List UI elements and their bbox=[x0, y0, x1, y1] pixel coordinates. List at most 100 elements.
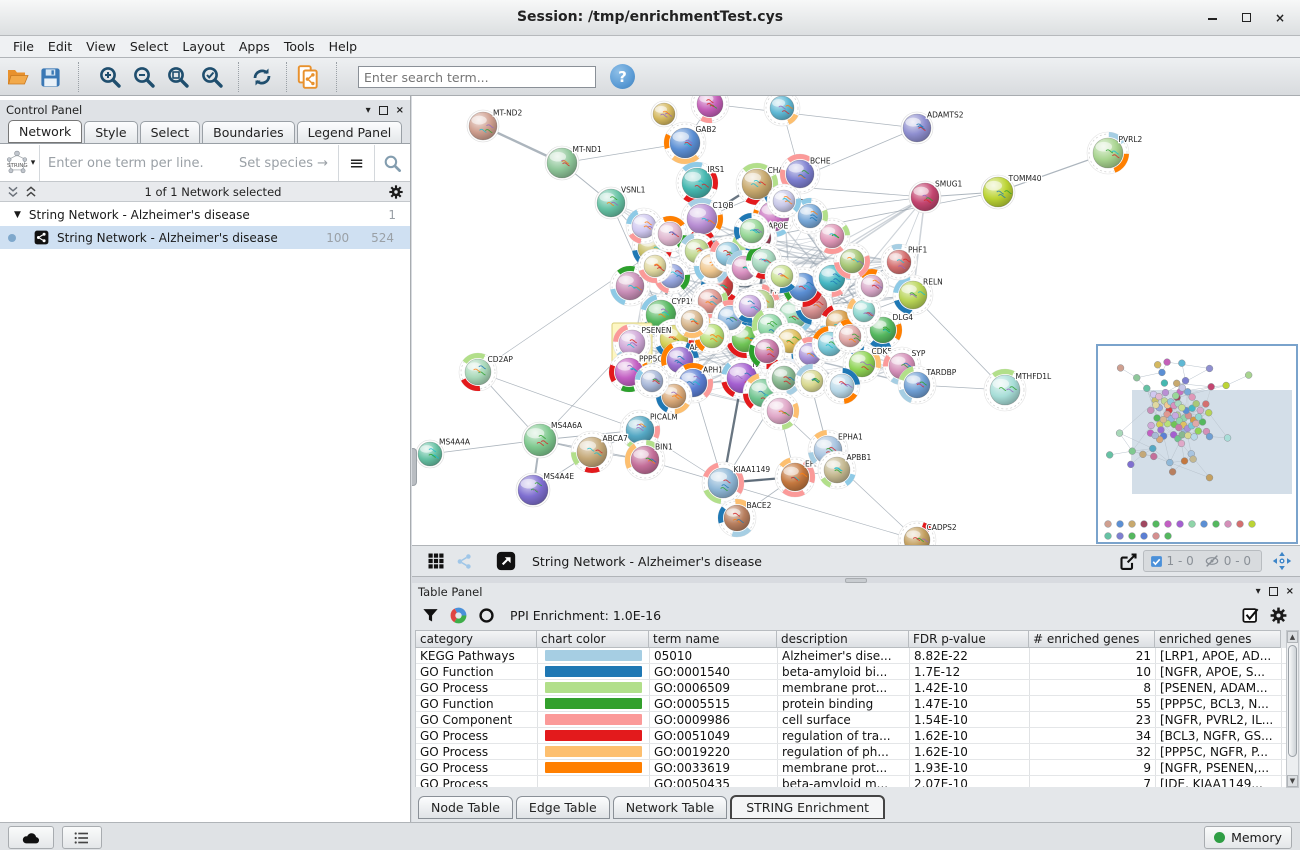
close-panel-icon[interactable]: × bbox=[1286, 586, 1294, 597]
network-node-TARDBP[interactable]: TARDBP bbox=[898, 366, 957, 404]
network-node-MTHFD1L[interactable]: MTHFD1L bbox=[984, 369, 1052, 411]
string-query-input[interactable]: Enter one term per line. bbox=[40, 156, 239, 171]
network-node-unlabeled[interactable] bbox=[651, 101, 677, 127]
column-header[interactable]: description bbox=[777, 630, 909, 648]
menu-view[interactable]: View bbox=[79, 37, 123, 56]
network-node-unlabeled[interactable] bbox=[734, 213, 770, 249]
network-node-unlabeled[interactable] bbox=[767, 184, 801, 218]
table-row[interactable]: GO ProcessGO:0019220regulation of ph...1… bbox=[416, 744, 1286, 760]
scrollbar-handle[interactable] bbox=[412, 448, 417, 486]
menu-layout[interactable]: Layout bbox=[175, 37, 232, 56]
float-panel-icon[interactable] bbox=[1269, 587, 1278, 596]
panel-menu-icon[interactable]: ▾ bbox=[1256, 586, 1261, 597]
zoom-in-button[interactable] bbox=[96, 63, 124, 91]
network-node-GAB2[interactable]: GAB2 bbox=[664, 122, 717, 164]
select-all-checkbox-icon[interactable] bbox=[1236, 601, 1264, 629]
table-row[interactable]: GO FunctionGO:0005515protein binding1.47… bbox=[416, 696, 1286, 712]
zoom-selected-button[interactable] bbox=[198, 63, 226, 91]
task-list-button[interactable] bbox=[62, 826, 102, 849]
tab-network-table[interactable]: Network Table bbox=[613, 796, 728, 819]
table-scrollbar[interactable]: ▲ ▼ bbox=[1286, 630, 1299, 788]
column-header[interactable]: category bbox=[415, 630, 537, 648]
tab-legend-panel[interactable]: Legend Panel bbox=[297, 121, 403, 143]
network-node-SMUG1[interactable]: SMUG1 bbox=[909, 179, 963, 213]
scroll-down-icon[interactable]: ▼ bbox=[1287, 775, 1298, 787]
help-button[interactable]: ? bbox=[610, 64, 635, 89]
zoom-out-button[interactable] bbox=[130, 63, 158, 91]
tab-string-enrichment[interactable]: STRING Enrichment bbox=[730, 795, 885, 819]
table-row[interactable]: GO FunctionGO:0001540beta-amyloid bi...1… bbox=[416, 664, 1286, 680]
table-row[interactable]: GO ComponentGO:0009986cell surface1.54E-… bbox=[416, 712, 1286, 728]
menu-select[interactable]: Select bbox=[123, 37, 176, 56]
tab-node-table[interactable]: Node Table bbox=[418, 796, 513, 819]
menu-apps[interactable]: Apps bbox=[232, 37, 277, 56]
open-in-new-icon[interactable] bbox=[492, 547, 520, 575]
column-header[interactable]: FDR p-value bbox=[909, 630, 1029, 648]
network-node-PVRL2[interactable]: PVRL2 bbox=[1087, 132, 1143, 174]
zoom-fit-button[interactable] bbox=[164, 63, 192, 91]
network-node-MT-ND1[interactable]: MT-ND1 bbox=[545, 145, 602, 180]
set-species-link[interactable]: Set species → bbox=[239, 156, 338, 171]
open-session-button[interactable] bbox=[4, 63, 32, 91]
import-network-button[interactable] bbox=[294, 63, 322, 91]
network-node-BACE2[interactable]: BACE2 bbox=[718, 499, 772, 537]
chart-donut-icon[interactable] bbox=[444, 601, 472, 629]
export-network-icon[interactable] bbox=[1115, 547, 1143, 575]
search-input[interactable] bbox=[358, 66, 596, 88]
tab-network[interactable]: Network bbox=[8, 120, 82, 143]
network-node-BIN1[interactable]: BIN1 bbox=[625, 440, 673, 480]
network-node-IRS1[interactable]: IRS1 bbox=[676, 162, 725, 204]
tab-style[interactable]: Style bbox=[84, 121, 137, 143]
network-node-CD2AP[interactable]: CD2AP bbox=[459, 353, 513, 391]
tab-edge-table[interactable]: Edge Table bbox=[516, 796, 610, 819]
float-panel-icon[interactable] bbox=[379, 106, 388, 115]
menu-edit[interactable]: Edit bbox=[41, 37, 79, 56]
network-node-MS4A4E[interactable]: MS4A4E bbox=[516, 472, 574, 507]
network-node-MT-ND2[interactable]: MT-ND2 bbox=[467, 108, 522, 142]
table-row[interactable]: GO ProcessGO:0006509membrane prot...1.42… bbox=[416, 680, 1286, 696]
column-header[interactable]: term name bbox=[649, 630, 777, 648]
collapse-all-icon[interactable] bbox=[6, 185, 20, 199]
table-row[interactable]: GO ProcessGO:0050435beta-amyloid m...2.0… bbox=[416, 776, 1286, 787]
network-node-TOMM40[interactable]: TOMM40 bbox=[981, 174, 1042, 209]
network-overview-inset[interactable] bbox=[1096, 344, 1298, 544]
string-logo-dropdown[interactable]: STRING ▾ bbox=[0, 145, 40, 181]
string-search-button[interactable] bbox=[374, 145, 410, 181]
refresh-button[interactable] bbox=[248, 63, 276, 91]
cloud-status-button[interactable] bbox=[8, 826, 54, 849]
memory-button[interactable]: Memory bbox=[1204, 826, 1292, 849]
network-node-ABCA7[interactable]: ABCA7 bbox=[571, 431, 628, 473]
network-node-KIAA1149[interactable]: KIAA1149 bbox=[702, 462, 770, 504]
network-node-CADPS2[interactable]: CADPS2 bbox=[898, 521, 957, 545]
network-node-PHF1[interactable]: PHF1 bbox=[881, 244, 927, 280]
close-panel-icon[interactable]: × bbox=[396, 105, 404, 116]
network-node-unlabeled[interactable] bbox=[824, 368, 860, 404]
network-node-unlabeled[interactable] bbox=[635, 364, 669, 398]
table-row[interactable]: GO ProcessGO:0033619membrane prot...1.93… bbox=[416, 760, 1286, 776]
menu-tools[interactable]: Tools bbox=[277, 37, 322, 56]
column-header[interactable]: chart color bbox=[537, 630, 649, 648]
scroll-up-icon[interactable]: ▲ bbox=[1287, 631, 1298, 643]
network-collection-row[interactable]: ▼ String Network - Alzheimer's disease 1 bbox=[0, 203, 410, 226]
table-row[interactable]: GO ProcessGO:0051049regulation of tra...… bbox=[416, 728, 1286, 744]
network-node-unlabeled[interactable] bbox=[638, 249, 672, 283]
network-options-gear-icon[interactable] bbox=[388, 184, 404, 200]
network-node-unlabeled[interactable] bbox=[764, 96, 800, 126]
tree-expand-icon[interactable]: ▼ bbox=[14, 210, 21, 220]
chart-ring-icon[interactable] bbox=[472, 601, 500, 629]
network-node-APBB1[interactable]: APBB1 bbox=[818, 451, 871, 489]
network-node-unlabeled[interactable] bbox=[761, 392, 799, 430]
column-header[interactable]: # enriched genes bbox=[1029, 630, 1155, 648]
network-node-RELN[interactable]: RELN bbox=[893, 275, 943, 315]
menu-file[interactable]: File bbox=[6, 37, 41, 56]
filter-icon[interactable] bbox=[416, 601, 444, 629]
scroll-thumb[interactable] bbox=[1288, 645, 1297, 757]
network-node-unlabeled[interactable] bbox=[675, 304, 709, 338]
navigator-compass-icon[interactable] bbox=[1268, 547, 1296, 575]
column-header[interactable]: enriched genes bbox=[1155, 630, 1281, 648]
panel-menu-icon[interactable]: ▾ bbox=[366, 105, 371, 116]
save-session-button[interactable] bbox=[36, 63, 64, 91]
close-button[interactable]: × bbox=[1272, 11, 1288, 25]
network-node-unlabeled[interactable] bbox=[795, 364, 829, 398]
menu-help[interactable]: Help bbox=[322, 37, 365, 56]
